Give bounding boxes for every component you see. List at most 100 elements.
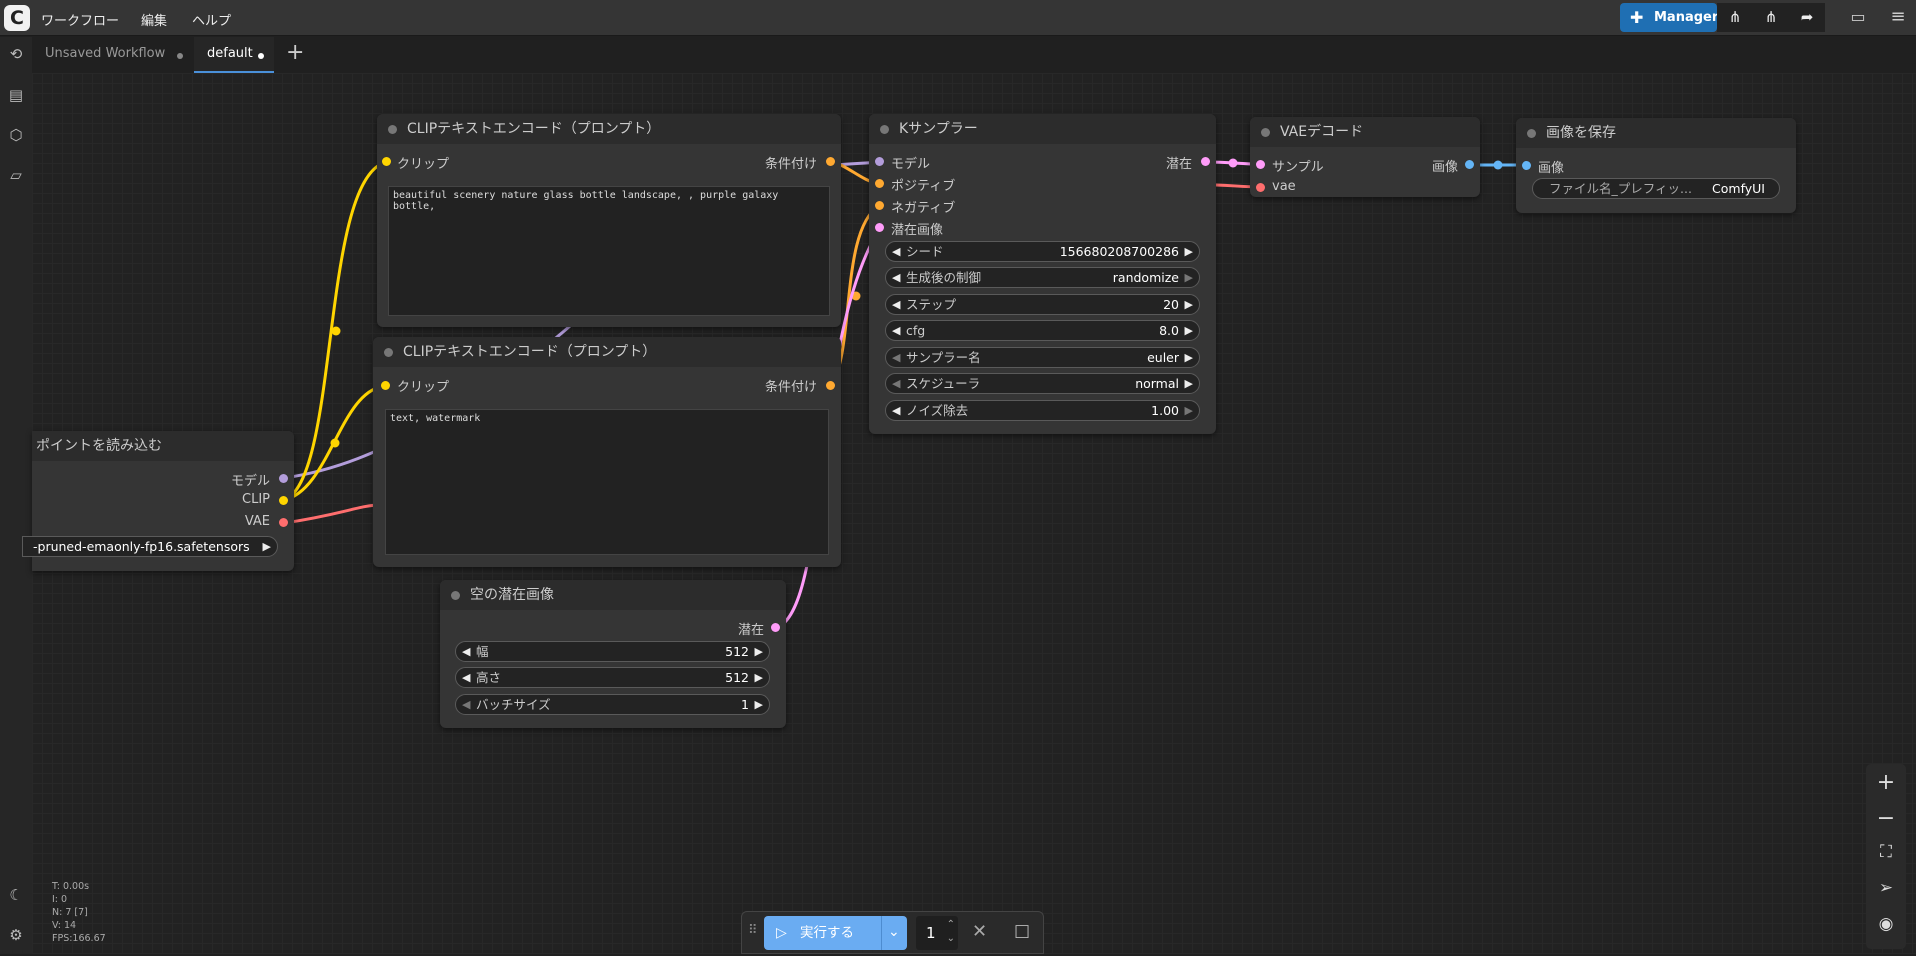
fit-view-icon[interactable]: ⛶ xyxy=(1866,842,1906,862)
batch-count-input[interactable]: 1 ⌃ ⌄ xyxy=(916,916,958,950)
conditioning-output-slot[interactable] xyxy=(826,381,835,390)
cfg-widget[interactable]: ◀ cfg 8.0 ▶ xyxy=(885,320,1200,341)
decrement-arrow-icon[interactable]: ◀ xyxy=(892,242,900,261)
clip-input-slot[interactable] xyxy=(382,157,391,166)
model-search-icon[interactable]: ⋔ xyxy=(1753,3,1789,32)
latent-image-input-slot[interactable] xyxy=(875,223,884,232)
empty-latent-image-node[interactable]: 空の潜在画像 潜在 ◀ 幅 512 ▶ ◀ 高さ 512 ▶ ◀ バッチサイズ 1 ▶ xyxy=(440,580,786,728)
image-input-slot[interactable] xyxy=(1522,161,1531,170)
node-title[interactable]: CLIPテキストエンコード（プロンプト） xyxy=(377,114,841,144)
sampler-name-widget[interactable]: ◀ サンプラー名 euler ▶ xyxy=(885,347,1200,368)
theme-toggle-icon[interactable]: ☾ xyxy=(0,886,32,904)
menu-help[interactable]: ヘルプ xyxy=(192,10,231,29)
decrement-arrow-icon[interactable]: ◀ xyxy=(892,401,900,420)
collapse-dot-icon[interactable] xyxy=(451,591,460,600)
save-image-node[interactable]: 画像を保存 画像 ファイル名_プレフィッ... ComfyUI xyxy=(1516,118,1796,213)
decrement-arrow-icon[interactable]: ◀ xyxy=(892,374,900,393)
decrement-arrow-icon[interactable]: ◀ xyxy=(462,642,470,661)
prompt-textarea[interactable]: beautiful scenery nature glass bottle la… xyxy=(388,186,830,316)
clip-input-slot[interactable] xyxy=(381,381,390,390)
run-button[interactable]: ▷ 実行する ⌄ xyxy=(764,916,907,950)
increment-arrow-icon[interactable]: ▶ xyxy=(755,668,763,687)
collapse-dot-icon[interactable] xyxy=(384,348,393,357)
zoom-in-icon[interactable]: + xyxy=(1866,770,1906,795)
decrement-arrow-icon[interactable]: ◀ xyxy=(892,268,900,287)
node-title[interactable]: ポイントを読み込む xyxy=(32,431,294,461)
height-widget[interactable]: ◀ 高さ 512 ▶ xyxy=(455,667,770,688)
node-title[interactable]: VAEデコード xyxy=(1250,117,1480,147)
decrement-arrow-icon[interactable]: ◀ xyxy=(462,695,470,714)
negative-input-slot[interactable] xyxy=(875,201,884,210)
seed-widget[interactable]: ◀ シード 156680208700286 ▶ xyxy=(885,241,1200,262)
cancel-icon[interactable]: ✕ xyxy=(972,921,987,942)
hamburger-menu-icon[interactable]: ≡ xyxy=(1886,6,1910,27)
batch-size-widget[interactable]: ◀ バッチサイズ 1 ▶ xyxy=(455,694,770,715)
workflows-folder-icon[interactable]: ▱ xyxy=(0,166,32,184)
vae-decode-node[interactable]: VAEデコード サンプル vae 画像 xyxy=(1250,117,1480,197)
model-output-slot[interactable] xyxy=(279,474,288,483)
clip-output-slot[interactable] xyxy=(279,496,288,505)
denoise-widget[interactable]: ◀ ノイズ除去 1.00 ▶ xyxy=(885,400,1200,421)
samples-input-slot[interactable] xyxy=(1256,160,1265,169)
filename-prefix-widget[interactable]: ファイル名_プレフィッ... ComfyUI xyxy=(1532,178,1780,199)
increment-arrow-icon[interactable]: ▶ xyxy=(1185,268,1193,287)
comfy-logo-icon[interactable]: C xyxy=(4,5,30,31)
panel-toggle-icon[interactable]: ▭ xyxy=(1846,7,1870,26)
prompt-textarea[interactable]: text, watermark xyxy=(385,409,829,555)
select-pointer-icon[interactable]: ➢ xyxy=(1866,878,1906,898)
image-output-slot[interactable] xyxy=(1465,160,1474,169)
vae-input-slot[interactable] xyxy=(1256,183,1265,192)
node-title[interactable]: 空の潜在画像 xyxy=(440,580,786,610)
collapse-dot-icon[interactable] xyxy=(1261,128,1270,137)
node-title[interactable]: 画像を保存 xyxy=(1516,118,1796,148)
node-title[interactable]: Kサンプラー xyxy=(869,114,1216,144)
ksampler-node[interactable]: Kサンプラー モデル ポジティブ ネガティブ 潜在画像 潜在 ◀ シード 15668… xyxy=(869,114,1216,434)
increment-arrow-icon[interactable]: ▶ xyxy=(1185,242,1193,261)
increment-arrow-icon[interactable]: ▶ xyxy=(755,642,763,661)
positive-input-slot[interactable] xyxy=(875,179,884,188)
increment-arrow-icon[interactable]: ▶ xyxy=(263,537,271,556)
clip-text-encode-negative-node[interactable]: CLIPテキストエンコード（プロンプト） クリップ 条件付け text, wat… xyxy=(373,337,841,567)
drag-handle-icon[interactable]: ⠿ xyxy=(748,923,758,938)
tab-unsaved-workflow[interactable]: Unsaved Workflow xyxy=(32,37,194,73)
tab-default[interactable]: default xyxy=(194,37,274,73)
settings-gear-icon[interactable]: ⚙ xyxy=(0,926,32,944)
increment-arrow-icon[interactable]: ▶ xyxy=(1185,401,1193,420)
decrement-arrow-icon[interactable]: ◀ xyxy=(462,668,470,687)
collapse-dot-icon[interactable] xyxy=(1527,129,1536,138)
checkpoint-name-widget[interactable]: -pruned-emaonly-fp16.safetensors ▶ xyxy=(22,536,278,557)
menu-edit[interactable]: 編集 xyxy=(141,10,167,29)
node-title[interactable]: CLIPテキストエンコード（プロンプト） xyxy=(373,337,841,367)
latent-output-slot[interactable] xyxy=(1201,157,1210,166)
clip-text-encode-positive-node[interactable]: CLIPテキストエンコード（プロンプト） クリップ 条件付け beautiful… xyxy=(377,114,841,327)
decrement-arrow-icon[interactable]: ◀ xyxy=(892,321,900,340)
decrement-arrow-icon[interactable]: ◀ xyxy=(892,348,900,367)
width-widget[interactable]: ◀ 幅 512 ▶ xyxy=(455,641,770,662)
chevron-down-icon[interactable]: ⌄ xyxy=(888,915,900,949)
visibility-eye-icon[interactable]: ◉ xyxy=(1866,914,1906,934)
model-library-icon[interactable]: ⬡ xyxy=(0,126,32,144)
zoom-out-icon[interactable]: − xyxy=(1866,806,1906,831)
increment-arrow-icon[interactable]: ▶ xyxy=(1185,374,1193,393)
history-icon[interactable]: ⟲ xyxy=(0,45,32,63)
manager-button[interactable]: ✚ Manager xyxy=(1620,3,1718,32)
increment-arrow-icon[interactable]: ▶ xyxy=(1185,295,1193,314)
model-input-slot[interactable] xyxy=(875,157,884,166)
share-icon[interactable]: ➦ xyxy=(1789,3,1825,32)
control-after-generate-widget[interactable]: ◀ 生成後の制御 randomize ▶ xyxy=(885,267,1200,288)
decrement-arrow-icon[interactable]: ◀ xyxy=(892,295,900,314)
latent-output-slot[interactable] xyxy=(771,623,780,632)
stop-square-icon[interactable]: □ xyxy=(1014,921,1030,941)
queue-icon[interactable]: ▤ xyxy=(0,86,32,104)
checkpoint-loader-node[interactable]: ポイントを読み込む モデル CLIP VAE -pruned-emaonly-f… xyxy=(22,431,294,571)
steps-widget[interactable]: ◀ ステップ 20 ▶ xyxy=(885,294,1200,315)
model-node-icon[interactable]: ⋔ xyxy=(1717,3,1753,32)
chevron-down-icon[interactable]: ⌄ xyxy=(947,922,955,956)
increment-arrow-icon[interactable]: ▶ xyxy=(1185,321,1193,340)
add-tab-button[interactable]: + xyxy=(286,40,304,65)
scheduler-widget[interactable]: ◀ スケジューラ normal ▶ xyxy=(885,373,1200,394)
conditioning-output-slot[interactable] xyxy=(826,157,835,166)
increment-arrow-icon[interactable]: ▶ xyxy=(1185,348,1193,367)
increment-arrow-icon[interactable]: ▶ xyxy=(755,695,763,714)
collapse-dot-icon[interactable] xyxy=(388,125,397,134)
